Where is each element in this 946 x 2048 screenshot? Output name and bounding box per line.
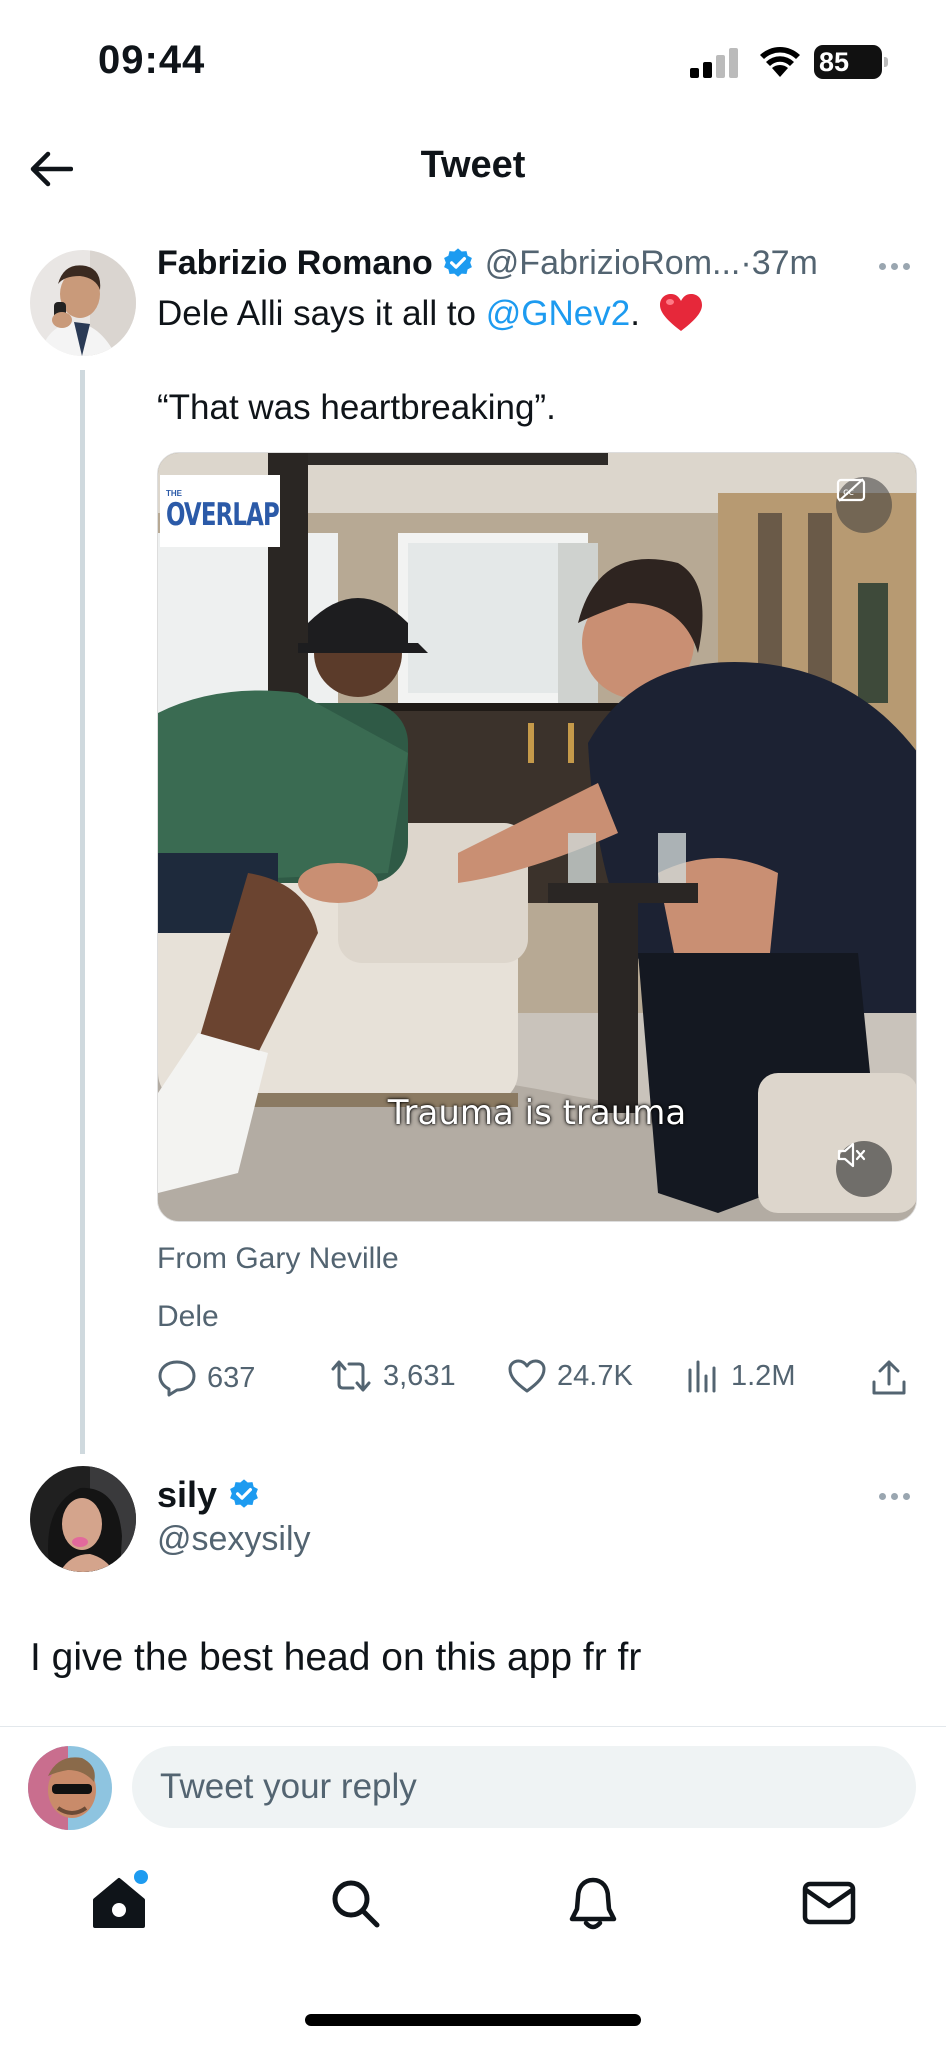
retweet-count: 3,631 [383,1359,456,1392]
mute-button[interactable] [836,1141,892,1197]
video-player[interactable]: THE OVERLAP cc Trauma is trauma [157,452,917,1222]
retweet-icon [331,1360,371,1392]
logo-text: OVERLAP [166,497,280,533]
the-overlap-logo: THE OVERLAP [160,475,280,547]
video-caption: Trauma is trauma [387,1093,687,1133]
reply-count: 637 [207,1361,256,1394]
reply-author-row: sily [157,1474,271,1516]
views-chart-icon [688,1360,716,1393]
share-icon [872,1360,906,1395]
media-title: Dele [157,1300,219,1333]
page-title: Tweet [420,144,526,186]
home-indicator [305,2014,641,2026]
more-options-icon[interactable] [874,256,914,276]
current-user-avatar [28,1746,112,1830]
reply-bubble-icon [158,1360,196,1397]
mention-link[interactable]: @GNev2 [486,294,630,333]
reply-button[interactable]: 637 [157,1358,255,1398]
author-name[interactable]: Fabrizio Romano [157,244,433,283]
reply-author-handle[interactable]: @sexysily [157,1520,311,1559]
author-handle[interactable]: @FabrizioRom... [485,244,741,283]
nav-search[interactable] [320,1868,390,1938]
tweet-time: 37m [751,244,818,282]
views-count: 1.2M [731,1359,796,1392]
tweet-text-line2: “That was heartbreaking”. [157,388,556,427]
bottom-navigation [0,1868,946,1948]
retweet-button[interactable]: 3,631 [329,1358,456,1394]
reply-tweet-text: I give the best head on this app fr fr [30,1636,642,1679]
reply-author-avatar[interactable] [30,1466,136,1572]
closed-captions-off-icon: cc [836,478,866,502]
closed-captions-button[interactable]: cc [836,477,892,533]
tweet-actions-bar: 637 3,631 24.7K 1.2M [157,1358,917,1408]
battery-level: 85 [819,46,850,77]
red-heart-icon [659,294,702,331]
cellular-signal-icon [690,46,740,78]
more-options-icon[interactable] [874,1486,914,1506]
author-avatar[interactable] [30,250,136,356]
messages-envelope-icon [802,1881,856,1925]
wifi-icon [758,44,802,78]
heart-outline-icon [508,1359,546,1393]
battery-indicator: 85 [814,45,888,79]
tweet-text-prefix: Dele Alli says it all to [157,294,486,333]
thread-connector-line [80,370,85,1454]
like-count: 24.7K [557,1359,633,1392]
reply-input[interactable] [132,1746,916,1828]
verified-badge-icon [443,247,472,277]
notifications-bell-icon [569,1877,617,1930]
search-icon [332,1880,380,1928]
top-app-bar: Tweet [0,130,946,210]
media-source-link[interactable]: From Gary Neville [157,1242,399,1276]
tweet-text-suffix: . [630,294,640,333]
share-button[interactable] [869,1358,909,1398]
nav-home[interactable] [84,1868,154,1938]
nav-messages[interactable] [794,1868,864,1938]
speaker-muted-icon [837,1142,866,1168]
nav-notifications[interactable] [558,1868,628,1938]
verified-badge-icon [230,1479,258,1508]
status-time: 09:44 [98,38,206,82]
home-icon [93,1878,145,1928]
divider [0,1726,946,1727]
reply-author-name[interactable]: sily [157,1474,217,1516]
like-button[interactable]: 24.7K [507,1358,633,1394]
time-separator: · [740,244,752,282]
tweet-author-row: Fabrizio Romano @FabrizioRom... · 37m [157,244,818,283]
unread-indicator [134,1870,148,1884]
status-bar: 09:44 85 [0,0,946,120]
tweet-text-line1: Dele Alli says it all to @GNev2. [157,292,704,336]
views-button[interactable]: 1.2M [685,1358,795,1394]
